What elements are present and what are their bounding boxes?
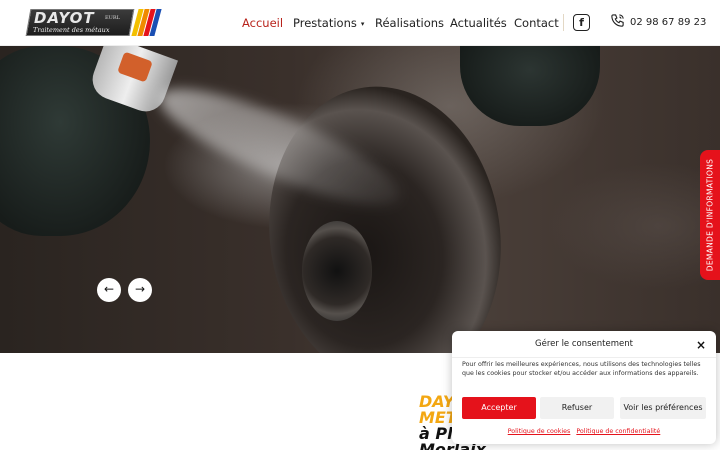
hero-slider [0, 46, 720, 353]
accept-cookies-button[interactable]: Accepter [462, 397, 536, 419]
slider-next-button[interactable]: → [128, 278, 152, 302]
site-header: DAYOT EURL Traitement des métaux Accueil… [0, 0, 720, 46]
chevron-down-icon: ▾ [360, 20, 365, 28]
nav-item-prestations-label: Prestations [293, 16, 357, 30]
slider-prev-button[interactable]: ← [97, 278, 121, 302]
gloved-hand-right [460, 46, 600, 126]
privacy-policy-link[interactable]: Politique de confidentialité [576, 428, 660, 435]
refuse-cookies-button[interactable]: Refuser [540, 397, 614, 419]
logo-stripes [131, 9, 162, 36]
cookie-dialog-title: Gérer le consentement [535, 339, 633, 349]
cookie-policy-link[interactable]: Politique de cookies [508, 428, 571, 435]
logo-name: DAYOT [34, 9, 95, 27]
facebook-icon[interactable]: f [573, 14, 590, 31]
nav-item-contact[interactable]: Contact [514, 16, 559, 30]
nav-item-realisations[interactable]: Réalisations [375, 16, 444, 30]
info-request-tab-label: DEMANDE D'INFORMATIONS [705, 158, 715, 272]
cookie-consent-dialog: Gérer le consentement × Pour offrir les … [452, 331, 716, 444]
header-divider [563, 14, 564, 31]
view-preferences-button[interactable]: Voir les préférences [620, 397, 706, 419]
phone-icon[interactable] [610, 13, 625, 28]
brake-disc-hub [302, 221, 372, 321]
dayot-logo[interactable]: DAYOT EURL Traitement des métaux [25, 9, 162, 36]
brake-disc-image [250, 71, 520, 353]
logo-legal-form: EURL [105, 15, 120, 21]
info-request-tab[interactable]: DEMANDE D'INFORMATIONS [700, 150, 720, 280]
logo-tagline: Traitement des métaux [33, 26, 110, 34]
nav-item-accueil[interactable]: Accueil [242, 16, 283, 30]
close-icon[interactable]: × [696, 338, 706, 352]
nav-item-actualites[interactable]: Actualités [450, 16, 507, 30]
cookie-dialog-text: Pour offrir les meilleures expériences, … [462, 361, 701, 377]
phone-number[interactable]: 02 98 67 89 23 [630, 17, 706, 28]
cookie-policy-links: Politique de cookies Politique de confid… [452, 428, 716, 435]
nav-item-prestations[interactable]: Prestations ▾ [293, 16, 364, 30]
cookie-dialog-divider [452, 357, 716, 358]
